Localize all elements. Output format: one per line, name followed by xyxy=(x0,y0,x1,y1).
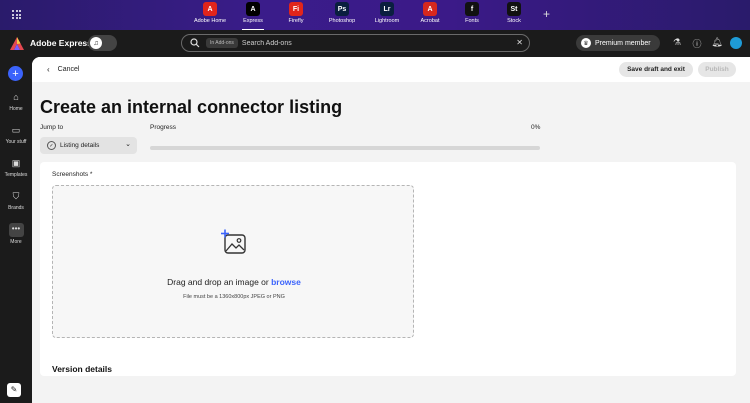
rail-item-label: Home xyxy=(9,106,23,112)
brands-icon: ⛉ xyxy=(12,191,20,201)
jump-to-label: Jump to xyxy=(40,124,64,131)
rail-item-label: Templates xyxy=(4,172,28,178)
app-label: Stock xyxy=(507,18,521,24)
create-new-button[interactable]: + xyxy=(8,66,23,81)
adobe-express-logo xyxy=(10,37,24,50)
stock-icon: St xyxy=(507,2,521,16)
photoshop-icon: Ps xyxy=(335,2,349,16)
app-label: Fonts xyxy=(465,18,479,24)
search-scope-chip[interactable]: In Add-ons xyxy=(206,38,238,48)
premium-member-button[interactable]: ♛ Premium member xyxy=(576,35,660,51)
rail-item-brands[interactable]: ⛉ Brands xyxy=(0,191,32,211)
add-app-icon[interactable]: + xyxy=(543,7,550,21)
acrobat-icon: A xyxy=(423,2,437,16)
fonts-icon: f xyxy=(465,2,479,16)
folder-icon: ▭ xyxy=(11,125,21,135)
bell-icon[interactable]: 🔔︎ xyxy=(711,37,723,49)
image-dropzone[interactable]: Drag and drop an image or browse File mu… xyxy=(52,185,414,338)
rail-item-templates[interactable]: ▣ Templates xyxy=(0,158,32,178)
rail-item-more[interactable]: ••• More xyxy=(0,223,32,245)
adobe-home-icon: A xyxy=(203,2,217,16)
firefly-icon: Fi xyxy=(289,2,303,16)
templates-icon: ▣ xyxy=(11,158,21,168)
app-acrobat[interactable]: A Acrobat xyxy=(409,2,451,30)
help-icon[interactable]: ⓘ xyxy=(691,37,703,49)
crown-icon: ♛ xyxy=(581,38,591,48)
chevron-left-icon: ‹ xyxy=(47,65,50,74)
main-panel: ‹ Cancel Save draft and exit Publish Cre… xyxy=(32,57,750,403)
more-icon: ••• xyxy=(8,223,24,237)
app-label: Photoshop xyxy=(328,18,356,24)
search-icon xyxy=(190,38,200,48)
app-label: Adobe Home xyxy=(193,18,227,24)
jump-to-select[interactable]: ✓ Listing details ⌄ xyxy=(40,137,137,154)
avatar[interactable] xyxy=(730,37,742,49)
search-bar[interactable]: In Add-ons ✕ xyxy=(181,34,530,52)
app-lightroom[interactable]: Lr Lightroom xyxy=(365,2,409,30)
brand-name: Adobe Express xyxy=(30,38,92,48)
music-note-icon: ♫ xyxy=(90,37,102,49)
drop-text: Drag and drop an image or xyxy=(167,277,269,287)
clear-search-icon[interactable]: ✕ xyxy=(516,38,523,47)
save-draft-button[interactable]: Save draft and exit xyxy=(619,62,693,77)
flask-icon[interactable]: ⚗ xyxy=(671,37,683,49)
rail-item-label: Brands xyxy=(8,205,24,211)
app-adobe-home[interactable]: A Adobe Home xyxy=(187,2,233,30)
add-image-icon xyxy=(221,229,246,254)
app-fonts[interactable]: f Fonts xyxy=(451,2,493,30)
mode-toggle[interactable]: ♫ xyxy=(88,35,117,51)
app-label: Lightroom xyxy=(374,18,400,24)
app-firefly[interactable]: Fi Firefly xyxy=(273,2,319,30)
cancel-label: Cancel xyxy=(57,66,80,73)
tools-icon[interactable]: ✎ xyxy=(7,383,21,397)
page-title: Create an internal connector listing xyxy=(40,97,343,117)
rail-item-label: More xyxy=(10,239,22,245)
publish-button[interactable]: Publish xyxy=(698,62,736,77)
rail-item-home[interactable]: ⌂ Home xyxy=(0,92,32,112)
rail-item-label: Your stuff xyxy=(5,139,27,145)
screenshots-label: Screenshots * xyxy=(52,171,93,178)
home-icon: ⌂ xyxy=(13,92,19,102)
app-photoshop[interactable]: Ps Photoshop xyxy=(319,2,365,30)
app-label: Firefly xyxy=(288,18,304,24)
version-details-heading: Version details xyxy=(52,364,112,374)
dropzone-instructions: Drag and drop an image or browse xyxy=(53,277,415,287)
chevron-down-icon: ⌄ xyxy=(125,141,131,148)
lightroom-icon: Lr xyxy=(380,2,394,16)
app-label: Express xyxy=(243,18,263,24)
app-grid-icon[interactable] xyxy=(12,10,21,19)
progress-value: 0% xyxy=(531,124,541,131)
search-input[interactable] xyxy=(241,39,482,47)
progress-bar xyxy=(150,146,540,150)
form-card: Screenshots * Drag and drop an image or … xyxy=(40,162,736,376)
rail-item-your-stuff[interactable]: ▭ Your stuff xyxy=(0,125,32,145)
express-icon: A xyxy=(246,2,260,16)
checkmark-circle-icon: ✓ xyxy=(47,141,56,150)
app-switcher-bar: A Adobe Home A Express Fi Firefly Ps Photoshop L… xyxy=(0,0,750,30)
cancel-button[interactable]: ‹ Cancel xyxy=(47,65,79,74)
app-label: Acrobat xyxy=(420,18,440,24)
app-express[interactable]: A Express xyxy=(233,2,273,30)
jump-to-value: Listing details xyxy=(60,142,100,149)
form-toolbar: ‹ Cancel Save draft and exit Publish xyxy=(32,57,750,82)
progress-label: Progress xyxy=(150,124,177,131)
dropzone-hint: File must be a 1360x800px JPEG or PNG xyxy=(183,294,285,300)
app-list: A Adobe Home A Express Fi Firefly Ps Photoshop L… xyxy=(187,2,535,30)
browse-link[interactable]: browse xyxy=(271,277,301,287)
app-stock[interactable]: St Stock xyxy=(493,2,535,30)
premium-label: Premium member xyxy=(595,39,651,47)
